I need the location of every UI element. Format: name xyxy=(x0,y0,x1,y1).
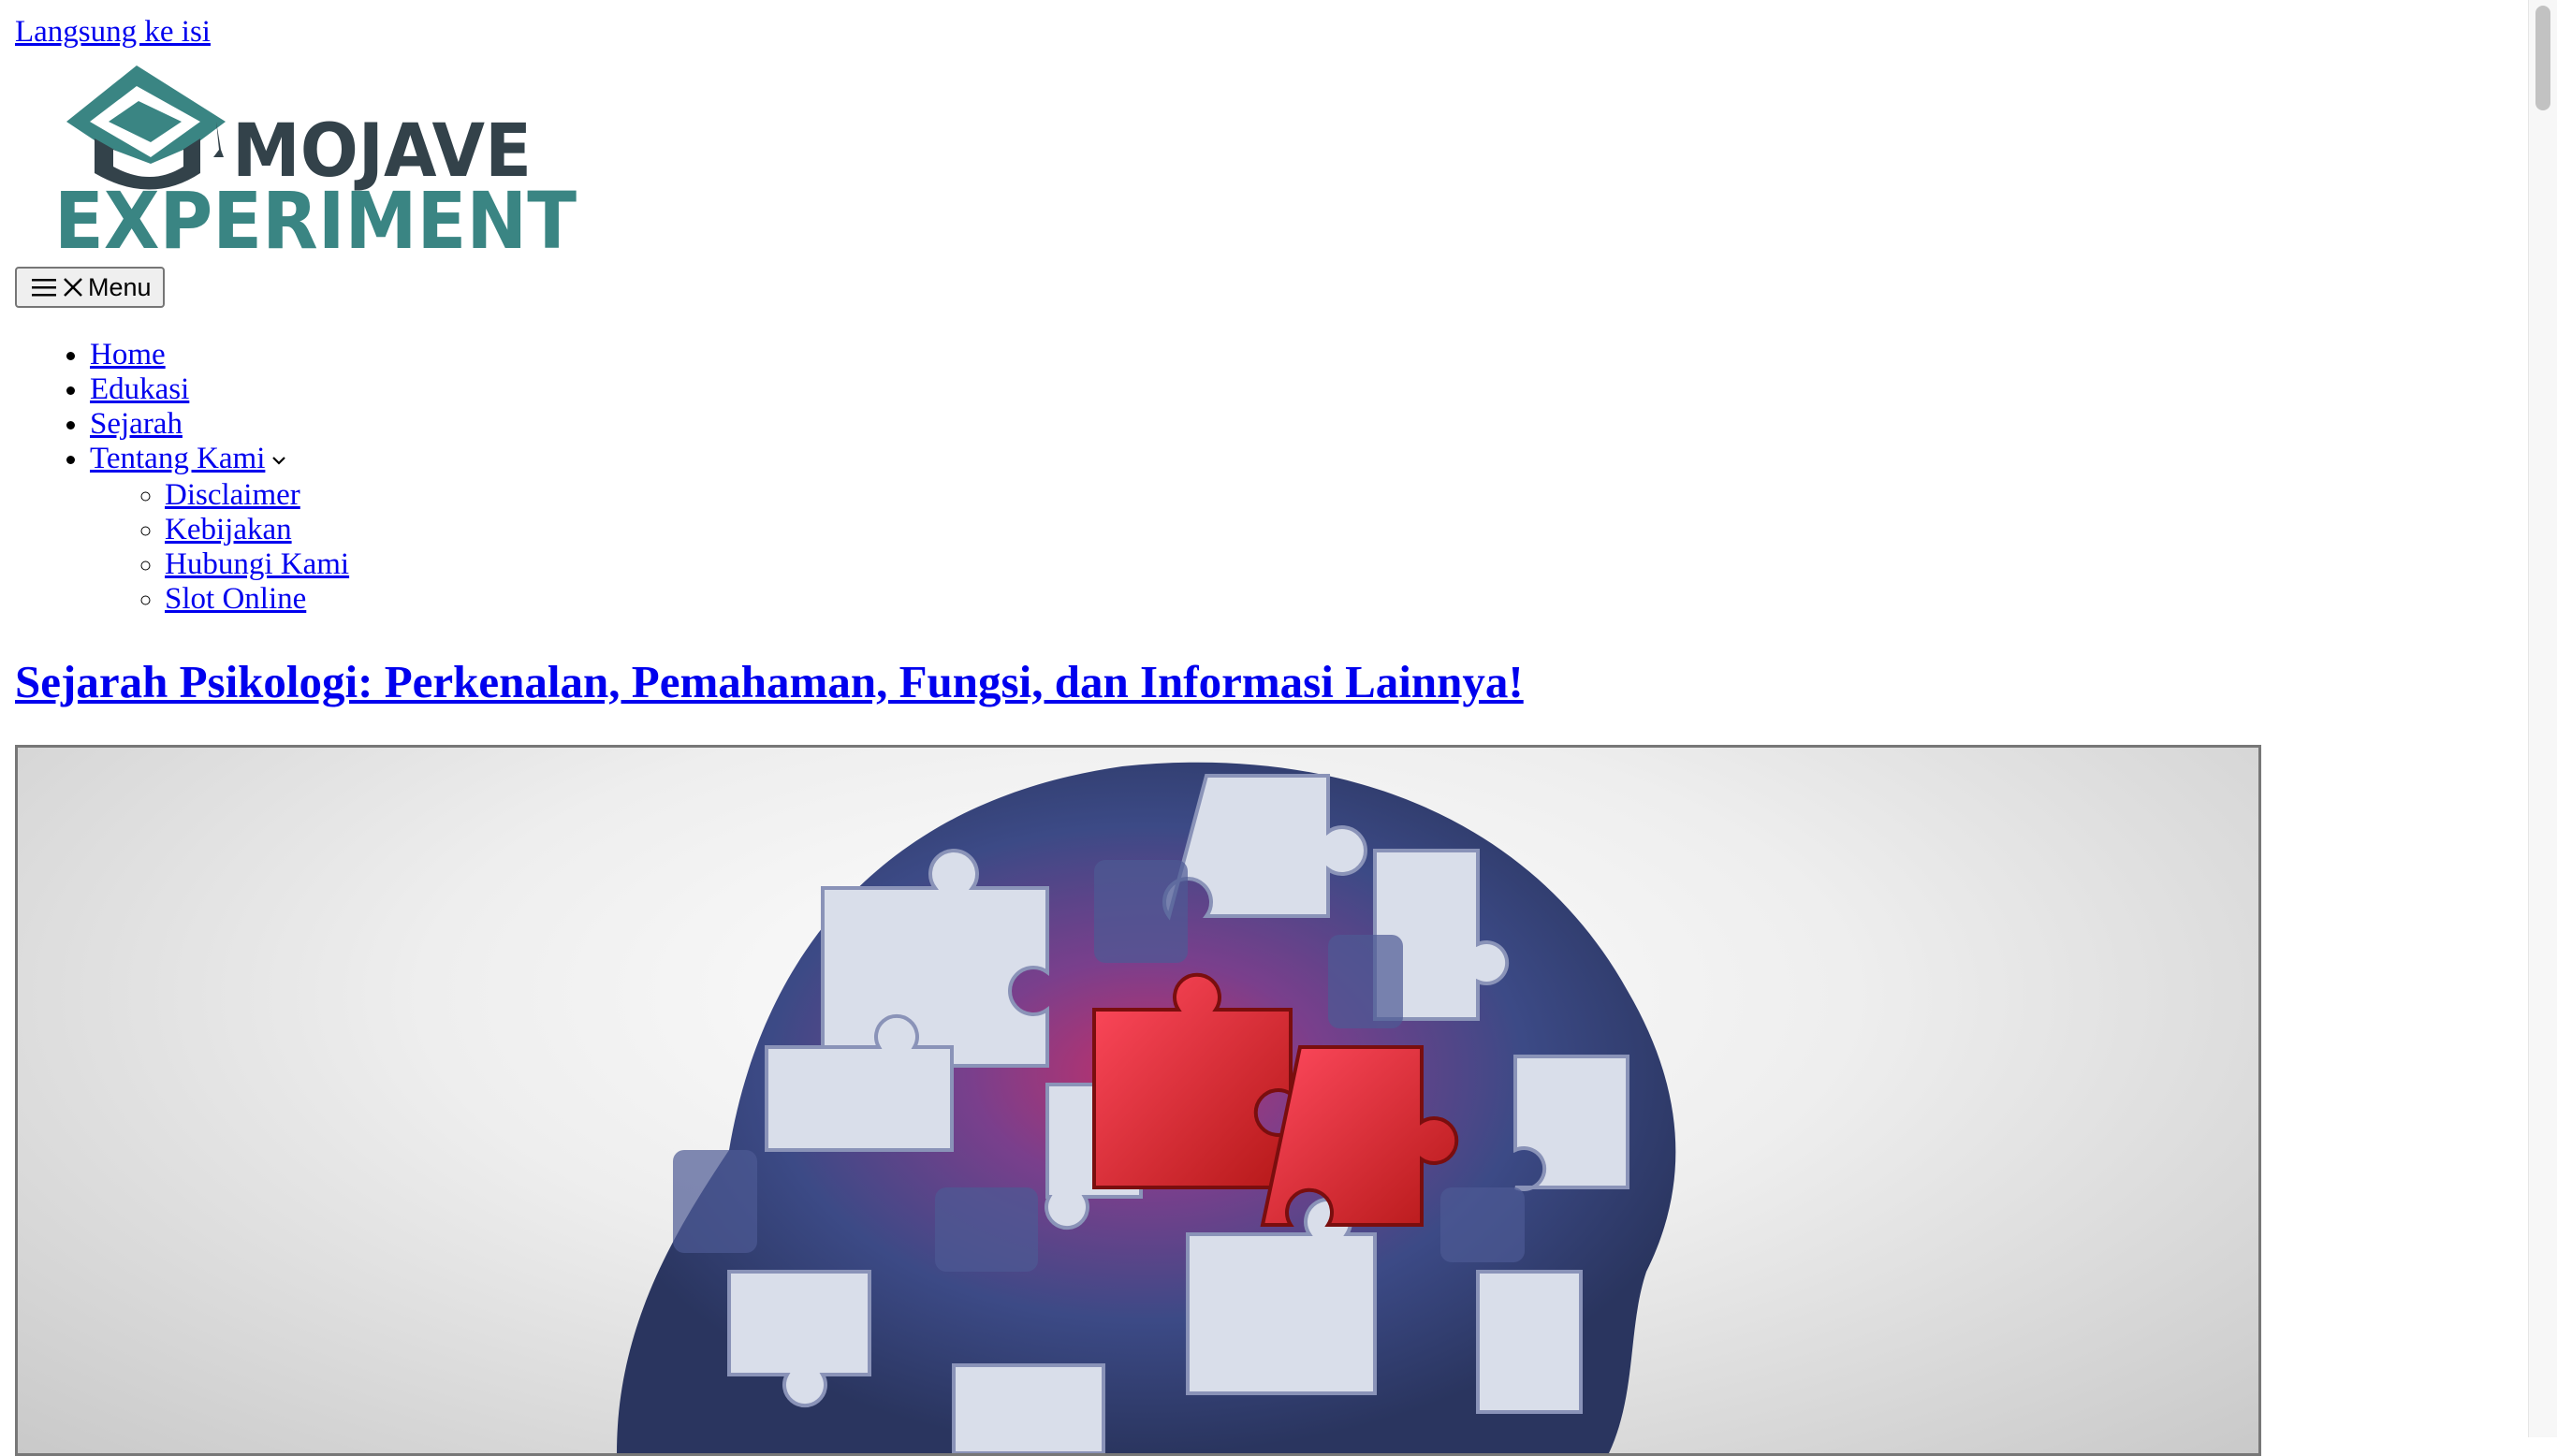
menu-item-home: Home xyxy=(90,338,349,372)
menu-link-tentang-kami[interactable]: Tentang Kami xyxy=(90,442,265,475)
puzzle-head-illustration xyxy=(617,762,1676,1453)
site-logo: MOJAVE EXPERIMENT xyxy=(54,66,577,267)
submenu-item-kebijakan: Kebijakan xyxy=(165,513,349,547)
submenu-link-hubungi-kami[interactable]: Hubungi Kami xyxy=(165,547,349,581)
menu-link-edukasi[interactable]: Edukasi xyxy=(90,372,189,406)
submenu-link-slot-online[interactable]: Slot Online xyxy=(165,582,306,616)
menu-item-edukasi: Edukasi xyxy=(90,372,349,407)
menu-toggle-button[interactable]: Menu xyxy=(15,267,165,308)
site-logo-link[interactable]: MOJAVE EXPERIMENT xyxy=(34,56,595,267)
menu-item-tentang-kami: Tentang Kami Disclaimer Kebijakan Hubung… xyxy=(90,442,349,617)
submenu-item-slot-online: Slot Online xyxy=(165,582,349,617)
menu-item-sejarah: Sejarah xyxy=(90,407,349,442)
logo-line-2: EXPERIMENT xyxy=(54,175,577,253)
skip-to-content-link[interactable]: Langsung ke isi xyxy=(15,13,211,51)
submenu-item-hubungi-kami: Hubungi Kami xyxy=(165,547,349,582)
post-title: Sejarah Psikologi: Perkenalan, Pemahaman… xyxy=(15,650,1524,714)
close-icon xyxy=(64,278,82,297)
menu-link-home[interactable]: Home xyxy=(90,338,166,371)
submenu-tentang-kami: Disclaimer Kebijakan Hubungi Kami Slot O… xyxy=(90,478,349,617)
graduation-cap-icon xyxy=(66,66,226,190)
chevron-down-icon[interactable] xyxy=(269,444,289,478)
featured-image[interactable] xyxy=(15,745,2261,1456)
scrollbar-thumb[interactable] xyxy=(2535,6,2550,110)
vertical-scrollbar[interactable] xyxy=(2528,0,2557,1437)
submenu-link-disclaimer[interactable]: Disclaimer xyxy=(165,478,300,512)
menu-toggle-label: Menu xyxy=(88,272,152,301)
menu-link-sejarah[interactable]: Sejarah xyxy=(90,407,183,441)
submenu-link-kebijakan[interactable]: Kebijakan xyxy=(165,513,292,546)
submenu-item-disclaimer: Disclaimer xyxy=(165,478,349,513)
primary-menu: Home Edukasi Sejarah Tentang Kami Discla… xyxy=(15,338,349,617)
hamburger-icon xyxy=(32,279,56,297)
post-title-link[interactable]: Sejarah Psikologi: Perkenalan, Pemahaman… xyxy=(15,656,1524,707)
